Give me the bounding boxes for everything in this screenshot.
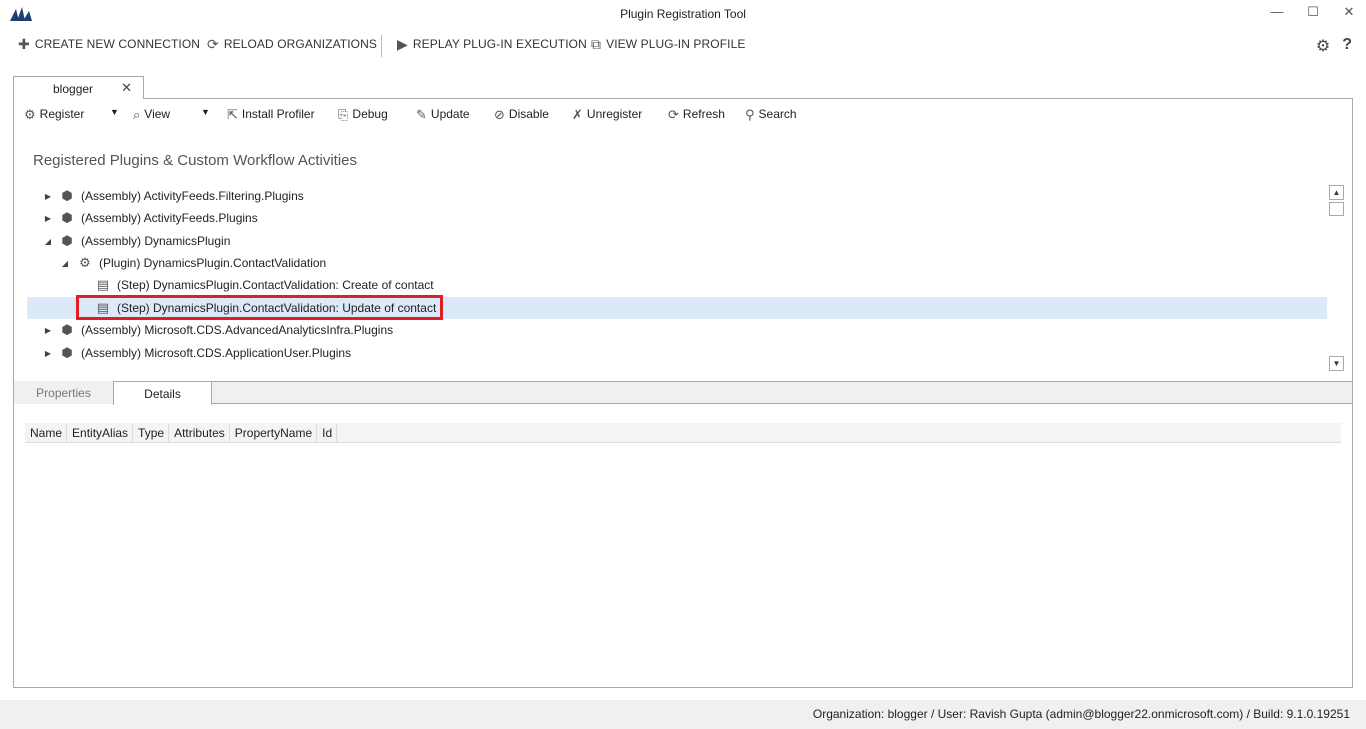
details-grid-header: Name EntityAlias Type Attributes Propert… (25, 423, 1341, 443)
register-button[interactable]: ⚙ Register (24, 107, 84, 121)
assembly-icon: ⬢ (61, 322, 73, 337)
update-label: Update (430, 107, 470, 121)
debug-button[interactable]: ⎘ Debug (338, 107, 388, 121)
replay-plugin-execution-button[interactable]: ▶ REPLAY PLUG-IN EXECUTION (397, 37, 587, 51)
tree-node-assembly[interactable]: ▶ ⬢ (Assembly) ActivityFeeds.Filtering.P… (27, 185, 1327, 207)
update-icon: ✎ (416, 106, 427, 122)
tree-node-assembly[interactable]: ▶ ⬢ (Assembly) Microsoft.CDS.Application… (27, 342, 1327, 364)
debug-icon: ⎘ (338, 106, 349, 122)
close-tab-icon[interactable]: ✕ (121, 80, 132, 96)
scroll-up-icon[interactable]: ▲ (1329, 185, 1344, 200)
tab-blogger-label: blogger (53, 82, 94, 96)
expand-arrow-icon[interactable]: ▶ (43, 192, 53, 201)
tree-node-label: (Assembly) ActivityFeeds.Filtering.Plugi… (81, 189, 304, 203)
plugin-tree: ▶ ⬢ (Assembly) ActivityFeeds.Filtering.P… (27, 185, 1327, 375)
tree-node-label: (Assembly) DynamicsPlugin (81, 234, 231, 248)
install-profiler-label: Install Profiler (241, 107, 315, 121)
view-button[interactable]: ⌕ View (133, 107, 170, 121)
maximize-button[interactable]: ☐ (1306, 4, 1320, 20)
plugin-icon: ⚙ (79, 255, 91, 270)
expand-arrow-icon[interactable]: ▶ (43, 349, 53, 358)
refresh-label: Refresh (682, 107, 725, 121)
reload-icon: ⟳ (207, 36, 219, 52)
unregister-icon: ✗ (572, 106, 583, 122)
view-plugin-profile-label: VIEW PLUG-IN PROFILE (606, 37, 746, 51)
disable-button[interactable]: ⊘ Disable (494, 107, 549, 121)
view-icon: ⌕ (133, 106, 141, 122)
tree-node-label: (Assembly) Microsoft.CDS.ApplicationUser… (81, 346, 352, 360)
tree-node-label: (Assembly) Microsoft.CDS.AdvancedAnalyti… (81, 323, 394, 337)
disable-icon: ⊘ (494, 106, 505, 122)
install-profiler-button[interactable]: ⇱ Install Profiler (227, 107, 315, 121)
column-header-propertyname[interactable]: PropertyName (230, 423, 318, 443)
expand-arrow-icon[interactable]: ▶ (43, 214, 53, 223)
replay-plugin-execution-label: REPLAY PLUG-IN EXECUTION (412, 37, 587, 51)
search-button[interactable]: ⚲ Search (745, 107, 797, 121)
search-icon: ⚲ (745, 106, 755, 122)
expand-arrow-icon[interactable]: ▶ (43, 326, 53, 335)
column-header-name[interactable]: Name (25, 423, 68, 443)
register-label: Register (39, 107, 85, 121)
command-bar: ✚ CREATE NEW CONNECTION ⟳ RELOAD ORGANIZ… (0, 32, 1366, 60)
selection-highlight-box (76, 295, 443, 320)
register-dropdown-caret-icon[interactable]: ▼ (110, 107, 119, 117)
scroll-thumb[interactable] (1329, 202, 1344, 216)
tree-node-label: (Assembly) ActivityFeeds.Plugins (81, 211, 258, 225)
tree-node-label: (Plugin) DynamicsPlugin.ContactValidatio… (99, 256, 327, 270)
view-plugin-profile-button[interactable]: ⧉ VIEW PLUG-IN PROFILE (591, 37, 745, 51)
refresh-icon: ⟳ (668, 106, 679, 122)
collapse-arrow-icon[interactable]: ◢ (43, 237, 53, 246)
reload-organizations-button[interactable]: ⟳ RELOAD ORGANIZATIONS (207, 37, 377, 51)
minimize-button[interactable]: — (1270, 4, 1284, 20)
title-bar: Plugin Registration Tool — ☐ ✕ (0, 0, 1366, 28)
tree-node-step[interactable]: ▤ (Step) DynamicsPlugin.ContactValidatio… (27, 274, 1327, 296)
tree-node-plugin[interactable]: ◢ ⚙ (Plugin) DynamicsPlugin.ContactValid… (27, 252, 1327, 274)
refresh-button[interactable]: ⟳ Refresh (668, 107, 725, 121)
settings-gear-icon[interactable]: ⚙ (1316, 36, 1330, 56)
assembly-icon: ⬢ (61, 345, 73, 360)
profile-icon: ⧉ (591, 36, 602, 52)
search-label: Search (758, 107, 797, 121)
scroll-down-icon[interactable]: ▼ (1329, 356, 1344, 371)
replay-icon: ▶ (397, 36, 408, 52)
column-header-entityalias[interactable]: EntityAlias (67, 423, 134, 443)
window-title: Plugin Registration Tool (620, 7, 746, 21)
command-separator (381, 35, 382, 57)
unregister-label: Unregister (586, 107, 643, 121)
status-text: Organization: blogger / User: Ravish Gup… (812, 707, 1350, 721)
create-new-connection-button[interactable]: ✚ CREATE NEW CONNECTION (18, 37, 200, 51)
register-icon: ⚙ (24, 106, 36, 122)
details-tab-strip: Properties Details (14, 381, 1352, 405)
tree-node-assembly[interactable]: ▶ ⬢ (Assembly) ActivityFeeds.Plugins (27, 207, 1327, 229)
column-header-attributes[interactable]: Attributes (169, 423, 230, 443)
help-icon[interactable]: ? (1342, 36, 1352, 56)
create-new-connection-label: CREATE NEW CONNECTION (34, 37, 201, 51)
assembly-icon: ⬢ (61, 210, 73, 225)
tree-node-assembly[interactable]: ◢ ⬢ (Assembly) DynamicsPlugin (27, 230, 1327, 252)
tab-properties[interactable]: Properties (14, 381, 113, 404)
assembly-icon: ⬢ (61, 233, 73, 248)
install-profiler-icon: ⇱ (227, 106, 238, 122)
reload-organizations-label: RELOAD ORGANIZATIONS (223, 37, 377, 51)
collapse-arrow-icon[interactable]: ◢ (60, 259, 70, 268)
tree-scrollbar[interactable]: ▲ ▼ (1328, 185, 1344, 371)
column-header-id[interactable]: Id (317, 423, 338, 443)
update-button[interactable]: ✎ Update (416, 107, 470, 121)
assembly-icon: ⬢ (61, 188, 73, 203)
view-label: View (144, 107, 171, 121)
tree-node-label: (Step) DynamicsPlugin.ContactValidation:… (117, 278, 434, 292)
debug-label: Debug (352, 107, 388, 121)
tab-blogger[interactable]: blogger ✕ (13, 76, 144, 99)
status-bar: Organization: blogger / User: Ravish Gup… (0, 700, 1366, 729)
section-title: Registered Plugins & Custom Workflow Act… (33, 152, 358, 169)
step-icon: ▤ (96, 277, 110, 292)
plus-icon: ✚ (18, 36, 30, 52)
tree-node-assembly[interactable]: ▶ ⬢ (Assembly) Microsoft.CDS.AdvancedAna… (27, 319, 1327, 341)
close-button[interactable]: ✕ (1342, 4, 1356, 20)
disable-label: Disable (508, 107, 549, 121)
column-header-type[interactable]: Type (133, 423, 170, 443)
tab-details[interactable]: Details (113, 381, 212, 405)
unregister-button[interactable]: ✗ Unregister (572, 107, 642, 121)
view-dropdown-caret-icon[interactable]: ▼ (201, 107, 210, 117)
